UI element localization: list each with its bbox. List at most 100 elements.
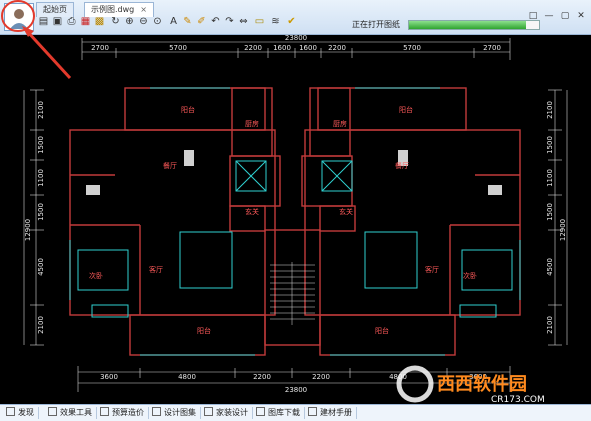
pen-icon[interactable]: ✎ — [182, 16, 193, 27]
room-label-balcony-top-right: 阳台 — [399, 105, 413, 114]
room-label-balcony-bottom-left: 阳台 — [197, 326, 211, 335]
bottom-tab-label: 预算造价 — [112, 408, 144, 417]
undo-icon[interactable]: ↶ — [210, 16, 221, 27]
room-label-kitchen-left: 厨房 — [245, 119, 259, 128]
restore-button[interactable]: □ — [527, 10, 539, 22]
left-dim-5: 4500 — [37, 258, 45, 276]
open-progress-bar — [408, 20, 540, 30]
bottom-tab-discover[interactable]: 发现 — [2, 407, 39, 419]
room-label-balcony-top-left: 阳台 — [181, 105, 195, 114]
room-label-dining-left: 餐厅 — [163, 161, 177, 170]
room-label-dining-right: 餐厅 — [395, 161, 409, 170]
user-avatar-button[interactable] — [4, 3, 34, 31]
save-icon[interactable]: ▣ — [52, 16, 63, 27]
home-design-icon — [204, 407, 213, 416]
user-avatar-icon — [10, 9, 28, 29]
left-total-dim: 12900 — [24, 219, 32, 241]
app-window: 起始页 示例图.dwg × ▤ ▣ ⎙ ▦ ▩ ↻ ⊕ ⊖ ⊙ A ✎ ✐ ↶ ↷… — [0, 0, 591, 421]
top-dim-2: 5700 — [169, 44, 187, 52]
materials-icon — [308, 407, 317, 416]
right-dim-1: 2100 — [546, 101, 554, 119]
zoom-out-icon[interactable]: ⊖ — [138, 16, 149, 27]
title-bar: 起始页 示例图.dwg × ▤ ▣ ⎙ ▦ ▩ ↻ ⊕ ⊖ ⊙ A ✎ ✐ ↶ ↷… — [0, 0, 591, 35]
budget-icon — [100, 407, 109, 416]
watermark-logo: 西西软件园 CR173.COM — [395, 362, 575, 406]
left-dim-3: 1100 — [37, 169, 45, 187]
cad-drawing-canvas[interactable]: 23800 2700 5700 2200 1600 1600 2200 5700… — [0, 34, 591, 404]
layers-icon[interactable]: ≋ — [270, 16, 281, 27]
watermark-brand: 西西软件园 — [437, 373, 527, 395]
brush-icon[interactable]: ✐ — [196, 16, 207, 27]
bottom-total-dim: 23800 — [285, 386, 307, 394]
bottom-tab-budget[interactable]: 预算造价 — [96, 407, 149, 419]
print-icon[interactable]: ⎙ — [66, 16, 77, 27]
top-total-dim: 23800 — [285, 35, 307, 42]
room-label-bedroom-right: 次卧 — [463, 271, 477, 280]
lock-icon[interactable]: ▩ — [94, 16, 105, 27]
top-dim-6: 2200 — [328, 44, 346, 52]
right-dim-2: 1500 — [546, 136, 554, 154]
minimize-button[interactable]: — — [543, 10, 555, 22]
status-text: 正在打开图纸 — [352, 20, 400, 29]
bottom-tab-label: 图库下载 — [268, 408, 300, 417]
close-tab-icon[interactable]: × — [140, 5, 147, 14]
rotate-icon[interactable]: ↻ — [110, 16, 121, 27]
open-icon[interactable]: ▤ — [38, 16, 49, 27]
top-dim-3: 2200 — [244, 44, 262, 52]
check-icon[interactable]: ✔ — [286, 16, 297, 27]
zoom-in-icon[interactable]: ⊕ — [124, 16, 135, 27]
room-label-living-right: 客厅 — [425, 265, 439, 274]
right-dim-5: 4500 — [546, 258, 554, 276]
left-dim-4: 1500 — [37, 203, 45, 221]
right-dim-6: 2100 — [546, 316, 554, 334]
bottom-nav: 发现 效果工具 预算造价 设计图集 家装设计 图库下载 建材手册 — [0, 404, 591, 421]
room-label-foyer-left: 玄关 — [245, 207, 259, 216]
bottom-dim-2: 4800 — [178, 373, 196, 381]
window-buttons: □ — ▢ ✕ — [523, 3, 587, 22]
bottom-tab-tools[interactable]: 效果工具 — [44, 407, 97, 419]
bottom-tab-label: 发现 — [18, 408, 34, 417]
bottom-dim-3: 2200 — [253, 373, 271, 381]
left-dim-2: 1500 — [37, 136, 45, 154]
room-label-balcony-bottom-right: 阳台 — [375, 326, 389, 335]
library-icon — [256, 407, 265, 416]
bottom-tab-atlas[interactable]: 设计图集 — [148, 407, 201, 419]
text-icon[interactable]: A — [168, 16, 179, 27]
right-total-dim: 12900 — [559, 219, 567, 241]
room-label-living-left: 客厅 — [149, 265, 163, 274]
bottom-tab-label: 设计图集 — [164, 408, 196, 417]
top-dim-1: 2700 — [91, 44, 109, 52]
redo-icon[interactable]: ↷ — [224, 16, 235, 27]
bottom-tab-materials[interactable]: 建材手册 — [304, 407, 357, 419]
ruler-icon[interactable]: ▭ — [254, 16, 265, 27]
left-dim-1: 2100 — [37, 101, 45, 119]
top-dim-7: 5700 — [403, 44, 421, 52]
right-dim-3: 1100 — [546, 169, 554, 187]
room-label-bedroom-left: 次卧 — [89, 271, 103, 280]
bottom-tab-label: 家装设计 — [216, 408, 248, 417]
tab-drawing-label: 示例图.dwg — [91, 5, 135, 14]
bottom-dim-1: 3600 — [100, 373, 118, 381]
top-dim-4: 1600 — [273, 44, 291, 52]
bottom-tab-library[interactable]: 图库下载 — [252, 407, 305, 419]
tab-drawing[interactable]: 示例图.dwg × — [84, 2, 154, 17]
bottom-tab-label: 建材手册 — [320, 408, 352, 417]
left-dim-6: 2100 — [37, 316, 45, 334]
bottom-tab-home-design[interactable]: 家装设计 — [200, 407, 253, 419]
measure-icon[interactable]: ⇔ — [238, 16, 249, 27]
discover-icon — [6, 407, 15, 416]
tab-start-page-label: 起始页 — [43, 5, 67, 14]
tools-icon — [48, 407, 57, 416]
open-progress-fill — [409, 21, 526, 29]
bottom-dim-4: 2200 — [312, 373, 330, 381]
bottom-tab-label: 效果工具 — [60, 408, 92, 417]
room-label-foyer-right: 玄关 — [339, 207, 353, 216]
close-button[interactable]: ✕ — [575, 10, 587, 22]
maximize-button[interactable]: ▢ — [559, 10, 571, 22]
top-dim-5: 1600 — [299, 44, 317, 52]
right-dim-4: 1500 — [546, 203, 554, 221]
zoom-window-icon[interactable]: ⊙ — [152, 16, 163, 27]
tab-start-page[interactable]: 起始页 — [36, 2, 74, 17]
pdf-icon[interactable]: ▦ — [80, 16, 91, 27]
room-label-kitchen-right: 厨房 — [333, 119, 347, 128]
